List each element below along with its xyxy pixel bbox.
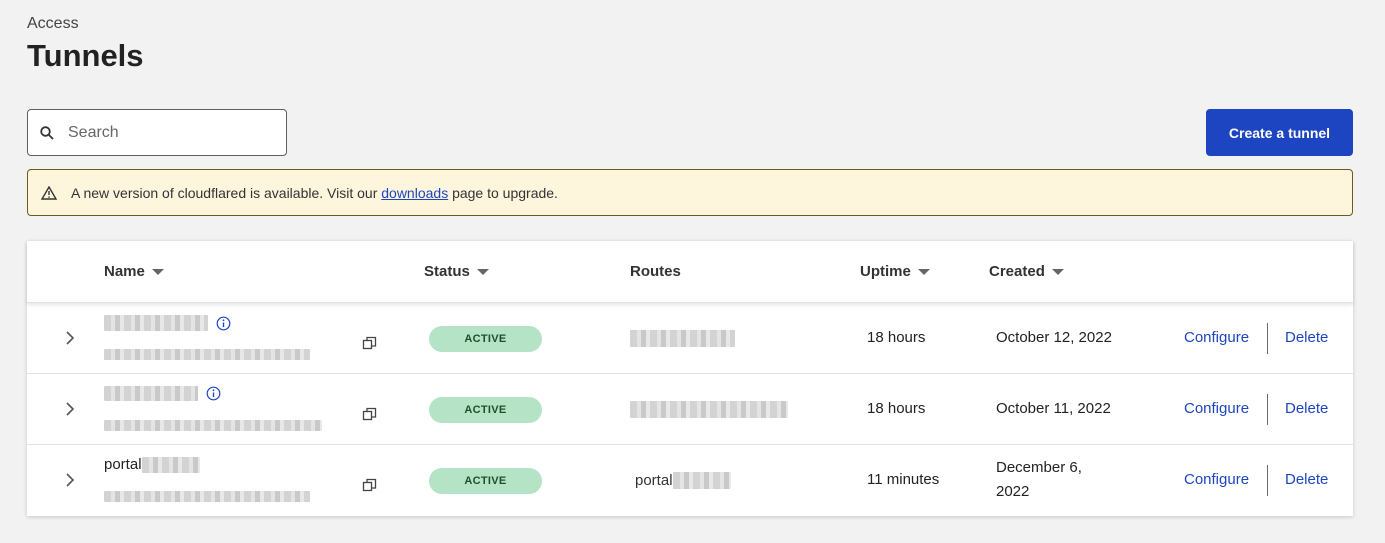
update-notice: A new version of cloudflared is availabl… bbox=[27, 169, 1353, 216]
column-name-header[interactable]: Name bbox=[104, 263, 164, 280]
tunnel-name: portal bbox=[104, 456, 200, 473]
redacted-name bbox=[104, 315, 208, 331]
column-name-label: Name bbox=[104, 263, 145, 280]
redacted-name bbox=[141, 456, 200, 473]
tunnel-uptime: 18 hours bbox=[867, 400, 926, 417]
tunnel-name bbox=[104, 315, 231, 331]
action-divider bbox=[1267, 323, 1268, 354]
sort-down-icon bbox=[1051, 268, 1064, 275]
search-input[interactable] bbox=[68, 123, 268, 142]
delete-link[interactable]: Delete bbox=[1285, 400, 1328, 417]
sort-down-icon bbox=[476, 268, 489, 275]
column-routes-label: Routes bbox=[630, 263, 681, 280]
page-title: Tunnels bbox=[27, 38, 144, 73]
downloads-link[interactable]: downloads bbox=[381, 185, 448, 201]
action-divider bbox=[1267, 465, 1268, 496]
column-status-header[interactable]: Status bbox=[424, 263, 489, 280]
configure-link[interactable]: Configure bbox=[1184, 329, 1249, 346]
redacted-route bbox=[672, 472, 731, 489]
tunnel-created: December 6, 2022 bbox=[996, 459, 1082, 500]
info-icon[interactable] bbox=[206, 386, 221, 401]
tunnel-name bbox=[104, 386, 221, 401]
status-badge: ACTIVE bbox=[429, 468, 542, 494]
breadcrumb: Access bbox=[27, 15, 79, 32]
tunnel-created: October 11, 2022 bbox=[996, 400, 1111, 417]
redacted-route bbox=[630, 401, 788, 418]
column-created-label: Created bbox=[989, 263, 1045, 280]
tunnels-table: Name Status Routes Uptime Created ACTIVE… bbox=[27, 241, 1353, 516]
tunnel-created: October 12, 2022 bbox=[996, 329, 1112, 346]
sort-down-icon bbox=[917, 268, 930, 275]
info-icon[interactable] bbox=[216, 316, 231, 331]
search-box[interactable] bbox=[27, 109, 287, 156]
tunnel-name-text: portal bbox=[104, 456, 142, 473]
redacted-route bbox=[630, 330, 735, 347]
tunnel-route: portal bbox=[635, 472, 731, 489]
notice-text-suffix: page to upgrade. bbox=[452, 184, 558, 201]
column-status-label: Status bbox=[424, 263, 470, 280]
column-uptime-header[interactable]: Uptime bbox=[860, 263, 930, 280]
configure-link[interactable]: Configure bbox=[1184, 400, 1249, 417]
delete-link[interactable]: Delete bbox=[1285, 471, 1328, 488]
tunnel-uptime: 11 minutes bbox=[867, 471, 940, 488]
status-badge: ACTIVE bbox=[429, 397, 542, 423]
column-uptime-label: Uptime bbox=[860, 263, 911, 280]
redacted-tunnel-id bbox=[104, 491, 310, 502]
chevron-right-icon[interactable] bbox=[63, 472, 77, 488]
notice-text-prefix: A new version of cloudflared is availabl… bbox=[71, 184, 378, 201]
warning-icon bbox=[41, 185, 57, 201]
create-tunnel-button[interactable]: Create a tunnel bbox=[1206, 109, 1353, 156]
chevron-right-icon[interactable] bbox=[63, 330, 77, 346]
chevron-right-icon[interactable] bbox=[63, 401, 77, 417]
status-badge: ACTIVE bbox=[429, 326, 542, 352]
configure-link[interactable]: Configure bbox=[1184, 471, 1249, 488]
column-created-header[interactable]: Created bbox=[989, 263, 1064, 280]
table-row: ACTIVE 18 hours October 11, 2022 Configu… bbox=[27, 374, 1353, 445]
copy-icon[interactable] bbox=[362, 478, 377, 493]
search-icon bbox=[40, 125, 56, 141]
copy-icon[interactable] bbox=[362, 336, 377, 351]
copy-icon[interactable] bbox=[362, 407, 377, 422]
table-header: Name Status Routes Uptime Created bbox=[27, 241, 1353, 303]
delete-link[interactable]: Delete bbox=[1285, 329, 1328, 346]
redacted-tunnel-id bbox=[104, 349, 310, 360]
tunnel-route bbox=[630, 401, 788, 418]
tunnel-uptime: 18 hours bbox=[867, 329, 926, 346]
redacted-tunnel-id bbox=[104, 420, 322, 431]
sort-down-icon bbox=[151, 268, 164, 275]
action-divider bbox=[1267, 394, 1268, 425]
table-row: portal ACTIVE portal 11 minutes December… bbox=[27, 445, 1353, 516]
table-row: ACTIVE 18 hours October 12, 2022 Configu… bbox=[27, 303, 1353, 374]
tunnel-route-text: portal bbox=[635, 472, 673, 489]
redacted-name bbox=[104, 386, 198, 401]
tunnel-route bbox=[630, 330, 735, 347]
column-routes-header: Routes bbox=[630, 263, 681, 280]
